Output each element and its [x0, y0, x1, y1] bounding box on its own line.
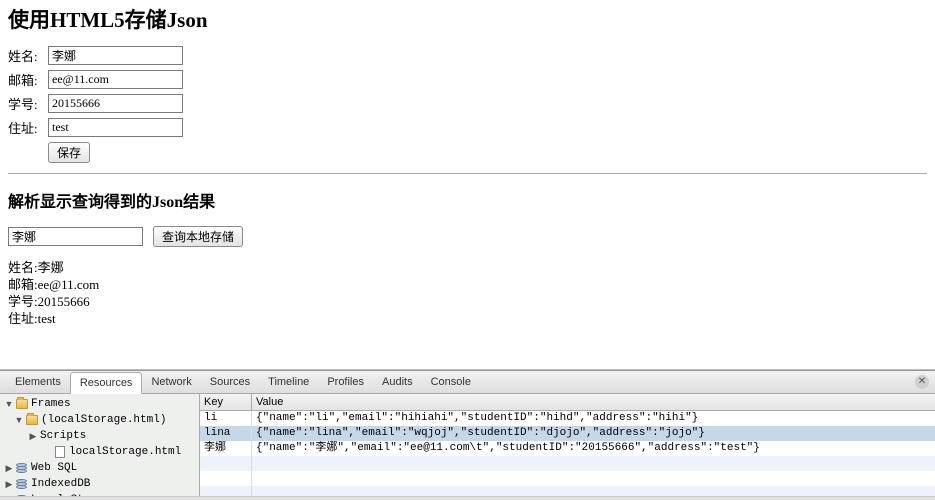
divider: [8, 173, 927, 174]
tree-websql[interactable]: ▶ Web SQL: [0, 460, 199, 476]
tab-timeline[interactable]: Timeline: [259, 372, 318, 392]
address-label: 住址:: [8, 118, 42, 137]
cell-key: lina: [200, 426, 252, 441]
student-id-input[interactable]: [48, 94, 183, 113]
result-name-line: 姓名:李娜: [8, 259, 927, 276]
cell-value: {"name":"li","email":"hihiahi","studentI…: [252, 411, 935, 426]
devtools-resize-handle[interactable]: [0, 496, 935, 500]
tree-script-file[interactable]: localStorage.html: [0, 444, 199, 460]
database-icon: [16, 479, 27, 490]
tab-profiles[interactable]: Profiles: [318, 372, 373, 392]
tab-resources[interactable]: Resources: [70, 372, 143, 394]
frames-label: Frames: [29, 398, 71, 410]
col-value[interactable]: Value: [252, 394, 935, 410]
file-icon: [55, 446, 65, 458]
name-label: 姓名:: [8, 46, 42, 65]
script-file-label: localStorage.html: [67, 446, 181, 458]
table-row: [200, 471, 935, 486]
cell-value: [252, 471, 935, 486]
indexeddb-label: IndexedDB: [29, 478, 90, 490]
folder-icon: [26, 415, 38, 425]
cell-value: {"name":"李娜","email":"ee@11.com\t","stud…: [252, 441, 935, 456]
tab-audits[interactable]: Audits: [373, 372, 422, 392]
devtools-panel: Elements Resources Network Sources Timel…: [0, 370, 935, 500]
tree-frame-page[interactable]: ▼ (localStorage.html): [0, 412, 199, 428]
folder-icon: [16, 399, 28, 409]
tab-network[interactable]: Network: [142, 372, 200, 392]
tree-indexeddb[interactable]: ▶ IndexedDB: [0, 476, 199, 492]
chevron-down-icon: ▼: [4, 399, 14, 409]
cell-key: li: [200, 411, 252, 426]
frame-name-label: (localStorage.html): [39, 414, 166, 426]
table-row: [200, 456, 935, 471]
rendered-page: 使用HTML5存储Json 姓名: 邮箱: 学号: 住址: 保存 解析显示查询得…: [0, 0, 935, 370]
localstorage-table: Key Value li{"name":"li","email":"hihiah…: [200, 394, 935, 496]
result-title: 解析显示查询得到的Json结果: [8, 188, 927, 212]
tab-sources[interactable]: Sources: [201, 372, 259, 392]
cell-key: 李娜: [200, 441, 252, 456]
tab-elements[interactable]: Elements: [6, 372, 70, 392]
cell-key: [200, 471, 252, 486]
resources-sidebar: ▼ Frames ▼ (localStorage.html) ▶ Scripts…: [0, 394, 200, 496]
name-input[interactable]: [48, 46, 183, 65]
chevron-right-icon: ▶: [28, 431, 38, 442]
email-input[interactable]: [48, 70, 183, 89]
result-addr-line: 住址:test: [8, 310, 927, 327]
save-button[interactable]: 保存: [48, 142, 90, 163]
address-input[interactable]: [48, 118, 183, 137]
cell-value: [252, 456, 935, 471]
devtools-close-icon[interactable]: ✕: [915, 375, 929, 389]
email-label: 邮箱:: [8, 70, 42, 89]
chevron-right-icon: ▶: [4, 479, 14, 490]
chevron-right-icon: ▶: [4, 463, 14, 474]
table-row[interactable]: 李娜{"name":"李娜","email":"ee@11.com\t","st…: [200, 441, 935, 456]
tree-scripts[interactable]: ▶ Scripts: [0, 428, 199, 444]
cell-value: {"name":"lina","email":"wqjoj","studentI…: [252, 426, 935, 441]
col-key[interactable]: Key: [200, 394, 252, 410]
table-row[interactable]: lina{"name":"lina","email":"wqjoj","stud…: [200, 426, 935, 441]
tab-console[interactable]: Console: [422, 372, 480, 392]
query-input[interactable]: [8, 227, 143, 246]
cell-key: [200, 456, 252, 471]
database-icon: [16, 463, 27, 474]
websql-label: Web SQL: [29, 462, 77, 474]
sid-label: 学号:: [8, 94, 42, 113]
cell-value: [252, 486, 935, 496]
scripts-label: Scripts: [38, 430, 86, 442]
devtools-tabbar: Elements Resources Network Sources Timel…: [0, 371, 935, 394]
query-button[interactable]: 查询本地存储: [153, 226, 243, 247]
table-row: [200, 486, 935, 496]
result-sid-line: 学号:20155666: [8, 293, 927, 310]
chevron-down-icon: ▼: [14, 415, 24, 425]
cell-key: [200, 486, 252, 496]
table-row[interactable]: li{"name":"li","email":"hihiahi","studen…: [200, 411, 935, 426]
tree-frames[interactable]: ▼ Frames: [0, 396, 199, 412]
result-email-line: 邮箱:ee@11.com: [8, 276, 927, 293]
page-title: 使用HTML5存储Json: [8, 4, 927, 34]
